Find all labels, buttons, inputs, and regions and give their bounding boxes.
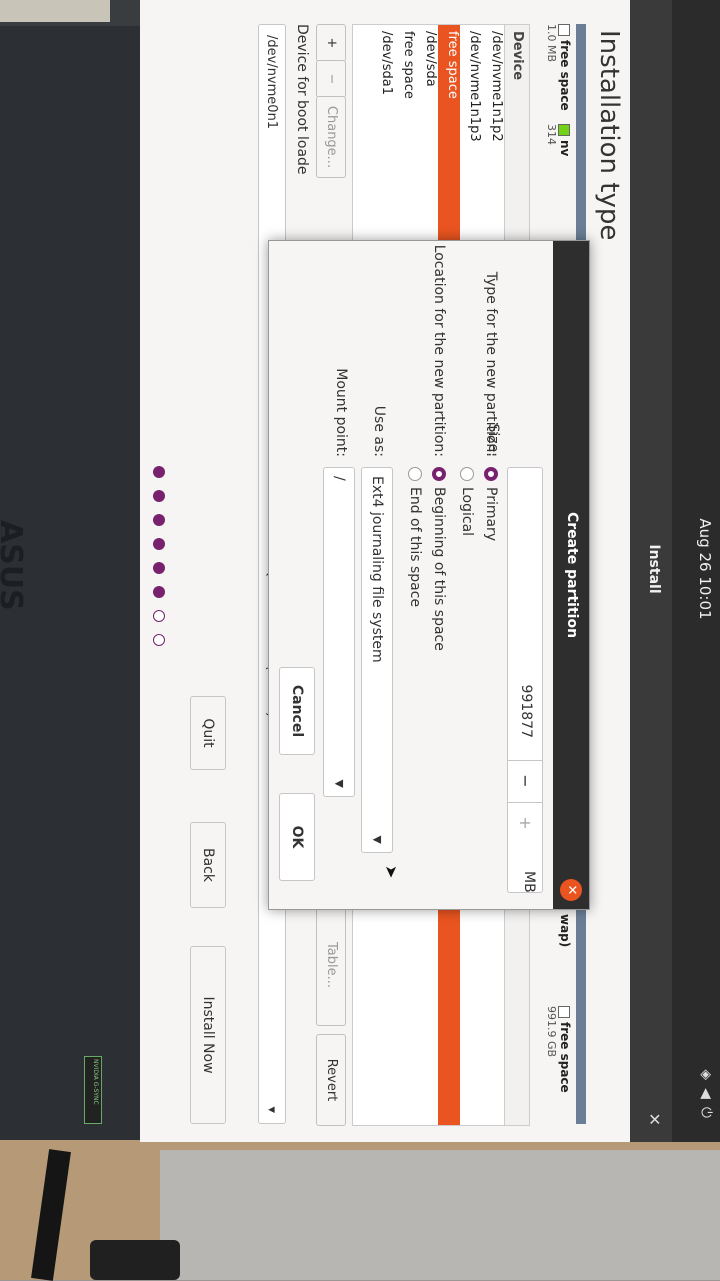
boot-loader-label: Device for boot loade	[294, 24, 310, 175]
power-icon: ⏻	[698, 1106, 714, 1126]
dialog-title-bar: Create partition ✕	[553, 241, 589, 909]
legend-swatch	[558, 124, 571, 136]
legend-label: wap)	[558, 914, 572, 948]
change-partition-button[interactable]: Change...	[316, 96, 346, 178]
window-title: Install	[646, 544, 662, 594]
use-as-select[interactable]: Ext4 journaling file system ▼	[361, 467, 393, 853]
legend-label: free space	[558, 1022, 572, 1093]
monitor-sticker	[0, 0, 110, 22]
legend-free-space-1: free space 1.0 MB	[545, 24, 572, 111]
decrease-size-button[interactable]: −	[508, 760, 542, 801]
install-now-button[interactable]: Install Now	[190, 946, 226, 1124]
legend-free-space-2: free space 991.9 GB	[545, 1006, 572, 1093]
chevron-down-icon: ▼	[371, 835, 384, 844]
network-icon: ◈	[698, 1069, 714, 1089]
brand-logo: ASUS	[0, 520, 28, 611]
progress-dot-filled	[153, 586, 165, 598]
desk-surface-grey	[160, 1150, 720, 1280]
dialog-title: Create partition	[564, 511, 580, 639]
screen: Aug 26 10:01 ◈◀⏻ Install ✕ Installation …	[140, 0, 720, 1142]
chevron-down-icon: ▾	[264, 1106, 279, 1113]
type-label: Type for the new partition:	[483, 271, 499, 457]
radio-label: Beginning of this space	[431, 487, 447, 651]
use-as-label: Use as:	[371, 405, 387, 457]
type-logical-radio[interactable]: Logical	[459, 467, 475, 536]
gsync-badge-text: NVIDIA G-SYNC	[92, 1059, 99, 1105]
radio-unselected-icon	[408, 467, 422, 481]
monitor-stand	[90, 1240, 180, 1280]
legend-size: 991.9 GB	[545, 1006, 558, 1058]
progress-dot-filled	[153, 538, 165, 550]
radio-selected-icon	[484, 467, 498, 481]
radio-label: Primary	[483, 487, 499, 542]
mouse-cursor-icon: ➤	[382, 865, 401, 879]
progress-dot-filled	[153, 514, 165, 526]
legend-label: nv	[558, 140, 572, 157]
size-value: 991877	[518, 684, 534, 738]
legend-size: 1.0 MB	[545, 24, 558, 63]
back-button[interactable]: Back	[190, 822, 226, 908]
chevron-down-icon: ▼	[333, 779, 346, 788]
mount-point-combo[interactable]: / ▼	[323, 467, 355, 797]
remove-partition-button[interactable]: −	[316, 60, 346, 98]
progress-dot-empty	[153, 610, 165, 622]
gsync-badge: NVIDIA G-SYNC	[84, 1056, 102, 1124]
system-top-bar: Aug 26 10:01 ◈◀⏻	[672, 0, 720, 1142]
system-tray[interactable]: ◈◀⏻	[698, 1069, 714, 1126]
mount-point-label: Mount point:	[333, 368, 349, 457]
create-partition-dialog: Create partition ✕ Size: 991877 − + MB T…	[268, 240, 590, 910]
location-label: Location for the new partition:	[431, 244, 447, 457]
revert-button[interactable]: Revert	[316, 1034, 346, 1126]
legend-swatch	[558, 1006, 571, 1018]
legend-label: free space	[558, 40, 572, 111]
increase-size-button[interactable]: +	[508, 802, 542, 843]
progress-dot-filled	[153, 466, 165, 478]
mount-point-value: /	[331, 476, 347, 481]
legend-swap: wap)	[558, 914, 572, 947]
radio-label: End of this space	[407, 487, 423, 608]
installer-header-bar: Install ✕	[630, 0, 672, 1142]
progress-dot-filled	[153, 562, 165, 574]
location-end-radio[interactable]: End of this space	[407, 467, 423, 607]
location-beginning-radio[interactable]: Beginning of this space	[431, 467, 447, 651]
radio-selected-icon	[432, 467, 446, 481]
installer-content: Installation type free space 1.0 MB nv 3…	[140, 0, 630, 1142]
ok-button[interactable]: OK	[279, 793, 315, 881]
window-close-icon[interactable]: ✕	[645, 1113, 664, 1126]
add-partition-button[interactable]: +	[316, 24, 346, 62]
legend-nvme: nv 314	[545, 124, 572, 156]
page-title: Installation type	[594, 30, 624, 241]
cancel-button[interactable]: Cancel	[279, 667, 315, 755]
progress-dot-filled	[153, 490, 165, 502]
use-as-value: Ext4 journaling file system	[369, 476, 385, 663]
clock[interactable]: Aug 26 10:01	[696, 0, 714, 1142]
progress-dot-empty	[153, 634, 165, 646]
legend-size: 314	[545, 124, 558, 145]
volume-icon: ◀	[698, 1088, 714, 1107]
size-unit: MB	[521, 871, 537, 893]
size-spinbox[interactable]: 991877 − +	[507, 467, 543, 893]
radio-unselected-icon	[460, 467, 474, 481]
new-partition-table-button[interactable]: Table...	[316, 904, 346, 1026]
legend-swatch	[558, 24, 571, 36]
radio-label: Logical	[459, 487, 475, 537]
close-icon[interactable]: ✕	[560, 879, 582, 901]
quit-button[interactable]: Quit	[190, 696, 226, 770]
type-primary-radio[interactable]: Primary	[483, 467, 499, 541]
